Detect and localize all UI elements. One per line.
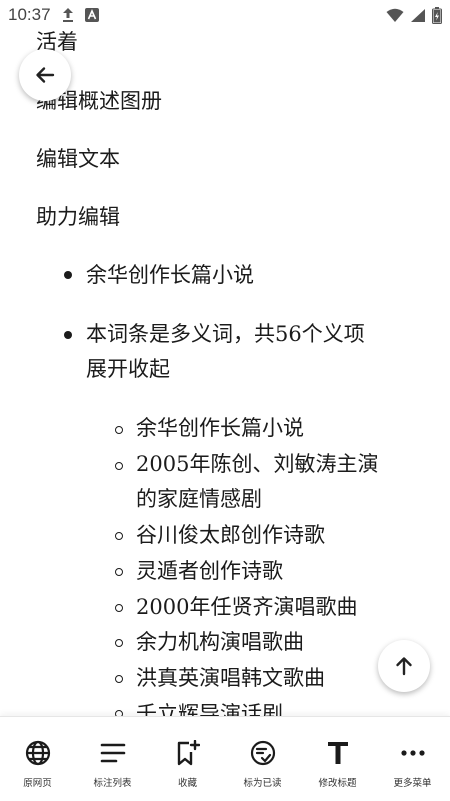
- bookmark-add-icon: [176, 739, 200, 767]
- wifi-icon: [386, 8, 404, 23]
- arrow-up-icon: [392, 654, 416, 678]
- toolbar-label: 更多菜单: [393, 778, 432, 789]
- sense-item[interactable]: 洪真英演唱韩文歌曲: [136, 661, 325, 696]
- toolbar-label: 标为已读: [243, 778, 282, 789]
- status-time: 10:37: [8, 5, 51, 24]
- bullet-ring: [115, 426, 123, 434]
- sense-item[interactable]: 千立辉导演话剧: [136, 697, 283, 717]
- bullet-ring: [115, 462, 123, 470]
- bullet-dot: [64, 331, 72, 339]
- arrow-left-icon: [33, 63, 57, 87]
- globe-icon: [25, 739, 51, 767]
- sense-item[interactable]: 余力机构演唱歌曲: [136, 625, 304, 660]
- signal-icon: [410, 8, 426, 23]
- bullet-ring: [115, 675, 123, 683]
- sense-item[interactable]: 灵遁者创作诗歌: [136, 554, 283, 589]
- mark-read-button[interactable]: 标为已读: [225, 717, 300, 789]
- sense-item-cont[interactable]: 的家庭情感剧: [136, 482, 262, 517]
- bullet-text: 余华创作长篇小说: [86, 263, 254, 287]
- toolbar-label: 修改标题: [318, 778, 357, 789]
- scroll-top-button[interactable]: [378, 640, 430, 692]
- text-title-icon: [327, 739, 349, 767]
- bullet-text: 本词条是多义词，共56个义项: [86, 322, 365, 346]
- expand-collapse-link[interactable]: 展开收起: [86, 352, 170, 387]
- back-button[interactable]: [19, 49, 71, 101]
- bottom-toolbar: 原网页 标注列表 收藏 标为已读 修改标题 更多菜单: [0, 716, 450, 801]
- bullet-ring: [115, 532, 123, 540]
- sense-item[interactable]: 2005年陈创、刘敏涛主演: [136, 447, 378, 482]
- bullet-ring: [115, 604, 123, 612]
- more-icon: [400, 739, 425, 767]
- mark-read-icon: [250, 739, 276, 767]
- annotation-list-button[interactable]: 标注列表: [75, 717, 150, 789]
- more-menu-button[interactable]: 更多菜单: [375, 717, 450, 789]
- article-content: 活着 编辑概述图册 编辑文本 助力编辑 余华创作长篇小说 本词条是多义词，共56…: [0, 0, 450, 717]
- sense-item[interactable]: 2000年任贤齐演唱歌曲: [136, 590, 357, 625]
- original-page-button[interactable]: 原网页: [0, 717, 75, 789]
- status-bar: 10:37: [0, 0, 450, 30]
- app-notification-icon: [84, 8, 99, 22]
- list-icon: [100, 739, 126, 767]
- edit-title-button[interactable]: 修改标题: [300, 717, 375, 789]
- toolbar-label: 标注列表: [93, 778, 132, 789]
- edit-text-link[interactable]: 编辑文本: [36, 144, 120, 174]
- bullet-ring: [115, 568, 123, 576]
- toolbar-label: 收藏: [177, 778, 197, 789]
- battery-icon: [432, 6, 442, 24]
- sense-item[interactable]: 余华创作长篇小说: [136, 411, 304, 446]
- upload-icon: [61, 7, 75, 23]
- bullet-ring: [115, 639, 123, 647]
- toolbar-label: 原网页: [23, 778, 52, 789]
- assist-edit-link[interactable]: 助力编辑: [36, 202, 120, 232]
- sense-item[interactable]: 谷川俊太郎创作诗歌: [136, 518, 325, 553]
- favorite-button[interactable]: 收藏: [150, 717, 225, 789]
- bullet-dot: [64, 271, 72, 279]
